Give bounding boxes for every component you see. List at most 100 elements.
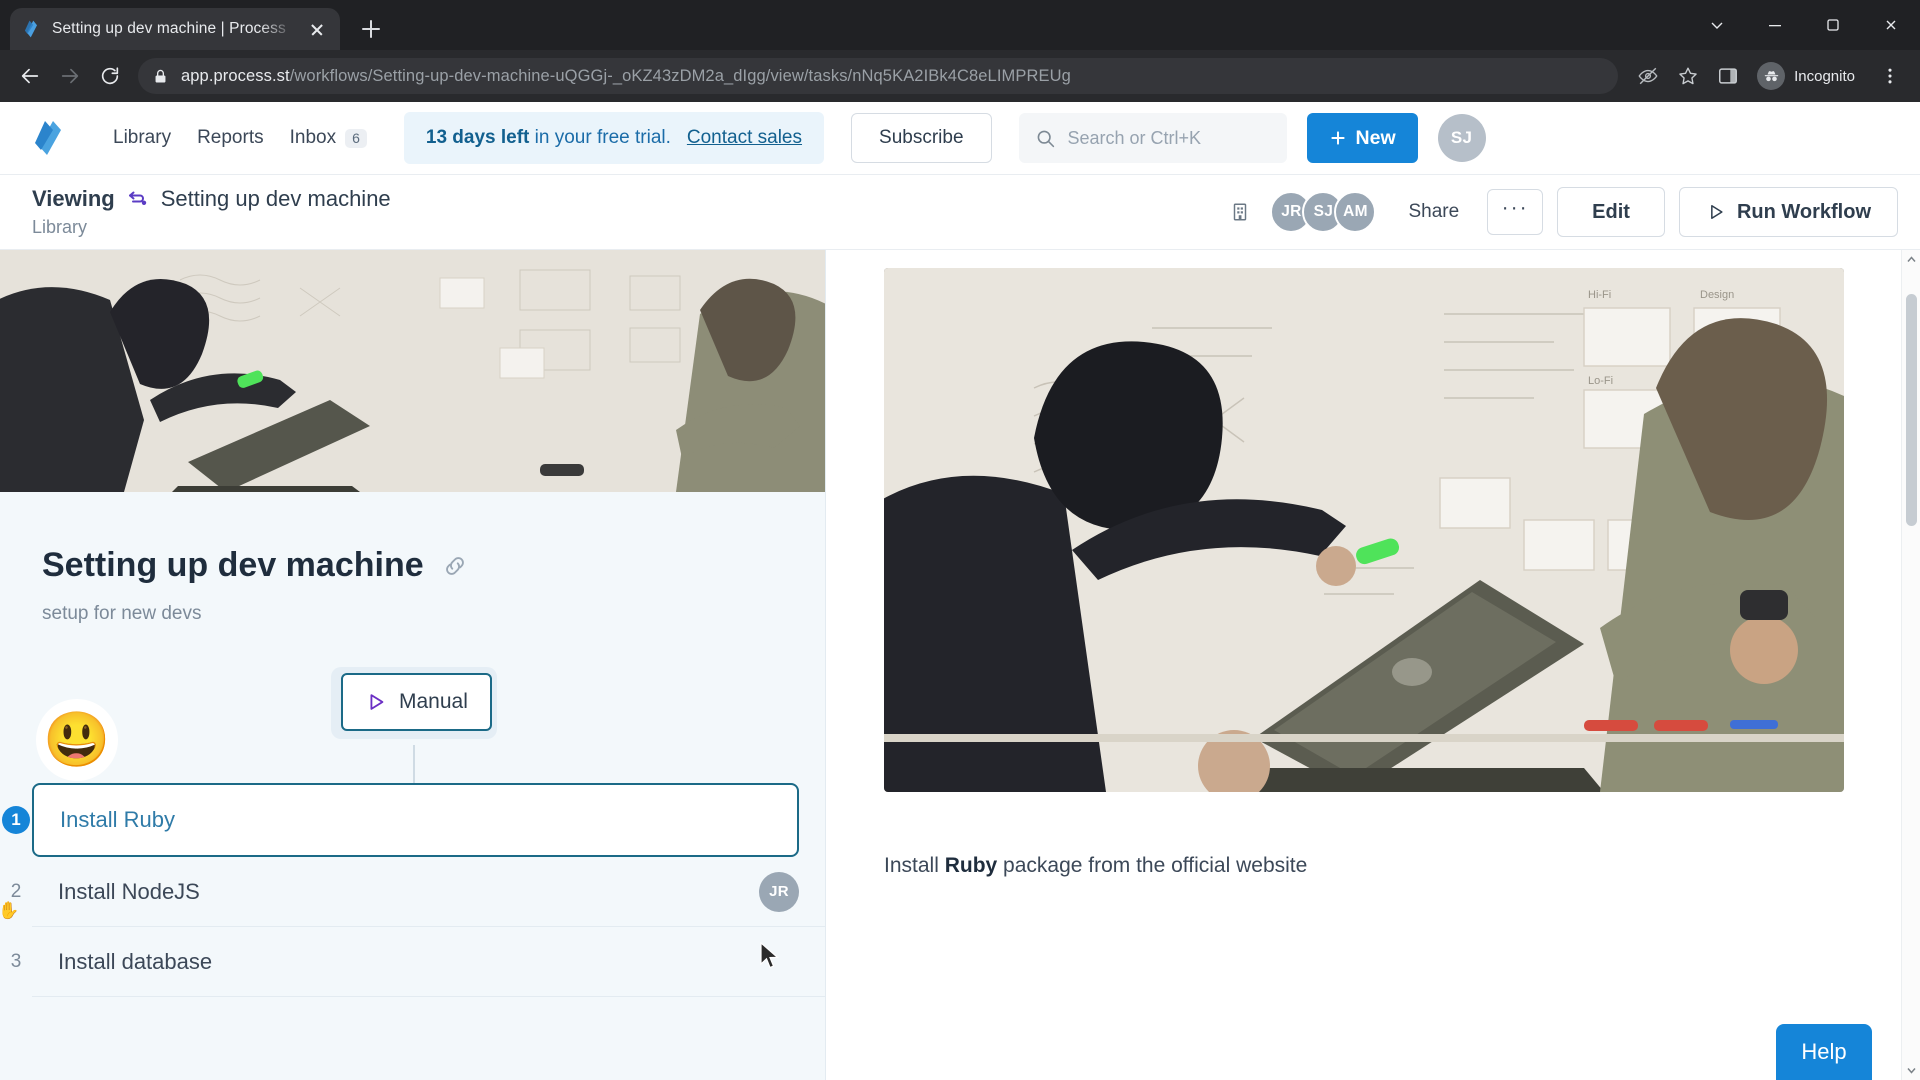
tab-title: Setting up dev machine | Process — [52, 20, 286, 37]
inbox-badge: 6 — [345, 128, 367, 148]
page-title: Setting up dev machine — [42, 546, 825, 585]
scrollbar-thumb[interactable] — [1906, 294, 1917, 526]
play-icon — [370, 694, 384, 710]
trigger-manual-button[interactable]: Manual — [341, 673, 492, 731]
incognito-indicator[interactable]: Incognito — [1752, 59, 1868, 93]
task-name: Install NodeJS — [58, 878, 200, 904]
edit-button[interactable]: Edit — [1557, 187, 1665, 237]
forward-button[interactable] — [52, 58, 88, 94]
run-workflow-label: Run Workflow — [1736, 200, 1871, 223]
task-description-pre: Install — [884, 854, 945, 877]
task-detail-pane: Hi-Fi Design Lo-Fi Flow — [826, 250, 1920, 1080]
nav-inbox-label: Inbox — [289, 127, 337, 148]
third-party-cookie-button[interactable] — [1630, 58, 1666, 94]
viewing-label: Viewing — [32, 186, 115, 211]
workflow-heading-block: Setting up dev machine setup for new dev… — [0, 492, 825, 625]
task-number: 1 — [2, 806, 30, 834]
new-tab-button[interactable] — [354, 12, 388, 46]
task-row[interactable]: 3 Install database — [11, 927, 825, 997]
scroll-down-button[interactable] — [1902, 1061, 1920, 1080]
maximize-icon — [1827, 19, 1839, 31]
workflow-content: 😃 Setting up dev machine setup for new d… — [0, 250, 1920, 1080]
svg-text:Hi-Fi: Hi-Fi — [1588, 289, 1611, 301]
process-street-favicon — [24, 20, 37, 38]
drag-handle-icon[interactable]: ✋ — [0, 901, 19, 921]
chevron-down-icon — [1711, 22, 1723, 29]
new-button-label: New — [1355, 126, 1396, 149]
search-icon — [1037, 130, 1054, 147]
nav-inbox[interactable]: Inbox 6 — [277, 119, 380, 157]
breadcrumb-row: Viewing Setting up dev machine — [32, 186, 391, 212]
task-name: Install Ruby — [60, 807, 175, 832]
minimize-icon — [1769, 25, 1781, 27]
search-placeholder: Search or Ctrl+K — [1067, 127, 1202, 148]
workflow-sub-header: Viewing Setting up dev machine Library J… — [0, 174, 1920, 250]
close-icon — [1886, 20, 1896, 30]
workflow-emoji[interactable]: 😃 — [36, 699, 118, 781]
tab-strip: Setting up dev machine | Process — [0, 0, 1920, 50]
maximize-button[interactable] — [1804, 0, 1862, 50]
breadcrumb-parent[interactable]: Library — [32, 217, 391, 238]
more-options-button[interactable]: ··· — [1487, 189, 1544, 235]
task-number: 2 — [10, 880, 22, 902]
reload-button[interactable] — [92, 58, 128, 94]
back-arrow-icon — [21, 68, 39, 84]
task-name: Install database — [58, 948, 213, 974]
nav-reports-label: Reports — [197, 127, 264, 148]
chevron-up-icon — [1906, 256, 1916, 262]
task-description-post: package from the official website — [997, 854, 1308, 877]
link-icon[interactable] — [442, 553, 468, 579]
new-button[interactable]: New — [1306, 113, 1418, 163]
bookmark-button[interactable] — [1670, 58, 1706, 94]
breadcrumb: Viewing Setting up dev machine Library — [32, 186, 391, 238]
search-input[interactable]: Search or Ctrl+K — [1018, 113, 1287, 163]
page-scrollbar[interactable] — [1901, 250, 1920, 1080]
contact-sales-link[interactable]: Contact sales — [687, 127, 802, 149]
minimize-to-tray-button[interactable] — [1688, 0, 1746, 50]
avatar[interactable]: AM — [1334, 191, 1377, 233]
task-assignee-avatar[interactable]: JR — [759, 871, 799, 912]
trigger-label: Manual — [399, 690, 468, 713]
lock-icon — [155, 69, 166, 83]
task-row[interactable]: 1 Install Ruby — [2, 783, 799, 857]
minimize-button[interactable] — [1746, 0, 1804, 50]
browser-toolbar: app.process.st/workflows/Setting-up-dev-… — [0, 50, 1920, 102]
nav-reports[interactable]: Reports — [184, 119, 277, 157]
detail-photo: Hi-Fi Design Lo-Fi Flow — [884, 268, 1844, 792]
url-text: app.process.st/workflows/Setting-up-dev-… — [181, 67, 1071, 86]
user-avatar[interactable]: SJ — [1437, 114, 1486, 162]
back-button[interactable] — [12, 58, 48, 94]
share-button[interactable]: Share — [1398, 193, 1469, 231]
window-controls — [1688, 0, 1920, 50]
close-window-button[interactable] — [1862, 0, 1920, 50]
browser-tab[interactable]: Setting up dev machine | Process — [10, 8, 340, 50]
task-row[interactable]: 2 ✋ Install NodeJS JR — [0, 857, 825, 927]
workflow-left-pane: 😃 Setting up dev machine setup for new d… — [0, 250, 826, 1080]
incognito-glyph-icon — [1764, 70, 1778, 81]
tab-close-icon[interactable] — [306, 18, 328, 40]
forward-arrow-icon — [61, 68, 79, 84]
task-list: 1 Install Ruby 2 ✋ Install NodeJS JR 3 I… — [0, 783, 825, 997]
scroll-up-button[interactable] — [1902, 250, 1920, 269]
task-number: 3 — [10, 950, 22, 972]
page-viewport: Library Reports Inbox 6 13 days left in … — [0, 102, 1920, 1080]
url-path: /workflows/Setting-up-dev-machine-uQGGj-… — [289, 66, 1071, 85]
subscribe-button[interactable]: Subscribe — [851, 113, 992, 163]
organization-icon[interactable] — [1222, 194, 1258, 230]
help-button[interactable]: Help — [1776, 1024, 1872, 1080]
address-bar[interactable]: app.process.st/workflows/Setting-up-dev-… — [138, 58, 1619, 94]
browser-menu-button[interactable] — [1872, 58, 1908, 94]
run-workflow-button[interactable]: Run Workflow — [1678, 187, 1898, 237]
plus-icon — [1330, 131, 1345, 145]
side-panel-button[interactable] — [1710, 58, 1746, 94]
browser-window: Setting up dev machine | Process app.pro… — [0, 0, 1920, 1080]
kebab-menu-icon — [1888, 68, 1892, 84]
cover-photo — [0, 250, 825, 492]
url-domain: app.process.st — [181, 66, 290, 85]
svg-text:Lo-Fi: Lo-Fi — [1588, 375, 1613, 387]
workflow-name[interactable]: Setting up dev machine — [161, 186, 391, 212]
mouse-cursor — [760, 942, 780, 969]
sub-header-actions: JR SJ AM Share ··· Edit Run Workflow — [1222, 187, 1898, 237]
nav-library[interactable]: Library — [100, 119, 184, 157]
trigger-connector-line — [413, 745, 415, 783]
